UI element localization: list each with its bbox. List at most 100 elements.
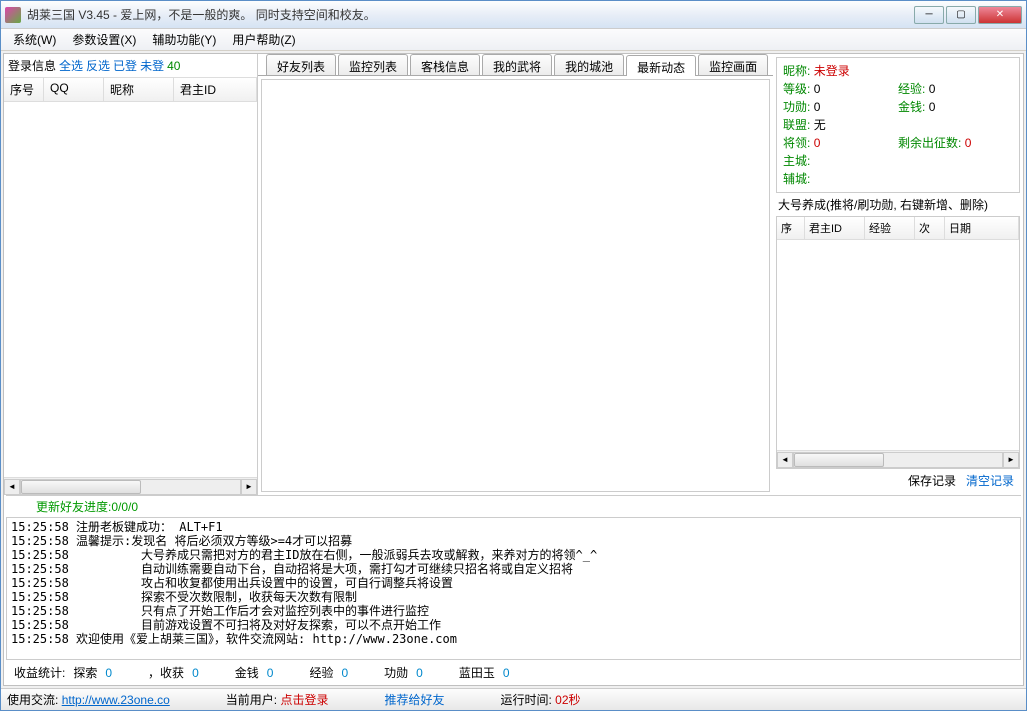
left-table-body[interactable] <box>4 102 257 477</box>
clear-record-link[interactable]: 清空记录 <box>966 472 1014 489</box>
click-login-link[interactable]: 点击登录 <box>280 693 328 707</box>
right-table: 序 君主ID 经验 次 日期 ◄ ► <box>776 216 1020 469</box>
alliance-value: 无 <box>814 118 826 132</box>
log-line: 15:25:58 注册老板键成功： ALT+F1 <box>11 520 1016 534</box>
level-value: 0 <box>814 82 821 96</box>
rscroll-left-arrow[interactable]: ◄ <box>777 452 793 468</box>
log-panel: 更新好友进度:0/0/0 15:25:58 注册老板键成功： ALT+F115:… <box>6 495 1021 685</box>
not-logged-link[interactable]: 未登 <box>140 57 164 74</box>
jade-val: 0 <box>503 666 510 680</box>
menu-help[interactable]: 用户帮助(Z) <box>224 29 303 50</box>
left-table-header: 序号 QQ 昵称 君主ID <box>4 78 257 102</box>
money-label: 金钱: <box>898 100 925 114</box>
tab-monitor[interactable]: 监控列表 <box>338 54 408 75</box>
window-title: 胡莱三国 V3.45 - 爱上网，不是一般的爽。 同时支持空间和校友。 <box>27 6 914 23</box>
money-value: 0 <box>929 100 936 114</box>
maximize-button[interactable]: ▢ <box>946 6 976 24</box>
save-record-link[interactable]: 保存记录 <box>908 472 956 489</box>
tab-inn[interactable]: 客栈信息 <box>410 54 480 75</box>
runtime-label: 运行时间: <box>500 693 551 707</box>
titlebar[interactable]: 胡莱三国 V3.45 - 爱上网，不是一般的爽。 同时支持空间和校友。 ─ ▢ … <box>1 1 1026 29</box>
log-header: 更新好友进度:0/0/0 <box>6 496 1021 517</box>
left-panel: 登录信息 全选 反选 已登 未登 40 序号 QQ 昵称 君主ID ◄ <box>4 54 258 495</box>
gen-value: 0 <box>814 136 821 150</box>
app-window: 胡莱三国 V3.45 - 爱上网，不是一般的爽。 同时支持空间和校友。 ─ ▢ … <box>0 0 1027 711</box>
menu-aux[interactable]: 辅助功能(Y) <box>144 29 224 50</box>
alliance-label: 联盟: <box>783 118 810 132</box>
sub-city-label: 辅城: <box>783 172 810 186</box>
rcol-date[interactable]: 日期 <box>945 217 1019 239</box>
merit-value: 0 <box>814 100 821 114</box>
tab-latest[interactable]: 最新动态 <box>626 55 696 76</box>
log-line: 15:25:58 只有点了开始工作后才会对监控列表中的事件进行监控 <box>11 604 1016 618</box>
tab-friends[interactable]: 好友列表 <box>266 54 336 75</box>
left-hscroll[interactable]: ◄ ► <box>4 477 257 495</box>
col-qq[interactable]: QQ <box>44 78 104 101</box>
contact-label: 使用交流: <box>7 693 58 707</box>
log-line: 15:25:58 欢迎使用《爱上胡莱三国》，软件交流网站: http://www… <box>11 632 1016 646</box>
tab-cities[interactable]: 我的城池 <box>554 54 624 75</box>
merit-val2: 0 <box>416 666 423 680</box>
money-val2: 0 <box>267 666 274 680</box>
login-count: 40 <box>167 59 180 73</box>
right-table-body[interactable] <box>777 240 1019 450</box>
close-button[interactable]: ✕ <box>978 6 1022 24</box>
merit-label2: 功勋 <box>384 664 408 681</box>
gen-label: 将领: <box>783 136 810 150</box>
log-line: 15:25:58 目前游戏设置不可扫将及对好友探索，可以不点开始工作 <box>11 618 1016 632</box>
explore-val: 0 <box>105 666 112 680</box>
runtime-value: 02秒 <box>555 693 580 707</box>
menu-system[interactable]: 系统(W) <box>5 29 64 50</box>
log-line: 15:25:58 自动训练需要自动下台，自动招将是大项，需打勾才可继续只招名将或… <box>11 562 1016 576</box>
log-body[interactable]: 15:25:58 注册老板键成功： ALT+F115:25:58 温馨提示:发现… <box>6 517 1021 660</box>
menu-params[interactable]: 参数设置(X) <box>64 29 144 50</box>
contact-url[interactable]: http://www.23one.co <box>62 693 170 707</box>
nick-label: 昵称: <box>783 64 810 78</box>
log-line: 15:25:58 大号养成只需把对方的君主ID放在右侧，一般派弱兵去攻或解救，来… <box>11 548 1016 562</box>
rscroll-thumb[interactable] <box>794 453 884 467</box>
content-area: 登录信息 全选 反选 已登 未登 40 序号 QQ 昵称 君主ID ◄ <box>3 53 1024 686</box>
rcol-times[interactable]: 次 <box>915 217 945 239</box>
stats-label: 收益统计: <box>14 664 65 681</box>
harvest-label: ，收获 <box>148 664 184 681</box>
left-header: 登录信息 全选 反选 已登 未登 40 <box>4 54 257 78</box>
merit-label: 功勋: <box>783 100 810 114</box>
rscroll-right-arrow[interactable]: ► <box>1003 452 1019 468</box>
invert-select-link[interactable]: 反选 <box>86 57 110 74</box>
login-info-label: 登录信息 <box>8 57 56 74</box>
stat-bar: 收益统计: 探索0 ，收获0 金钱0 经验0 功勋0 蓝田玉0 <box>6 660 1021 685</box>
exp-value: 0 <box>929 82 936 96</box>
current-user-label: 当前用户: <box>226 693 277 707</box>
expedition-label: 剩余出征数: <box>898 136 961 150</box>
tab-bar: 好友列表 监控列表 客栈信息 我的武将 我的城池 最新动态 监控画面 <box>258 54 773 76</box>
stats-box: 昵称: 未登录 等级: 0 经验: 0 功勋: 0 金钱: 0 联盟: 无 将领… <box>776 57 1020 193</box>
nick-value: 未登录 <box>814 64 850 78</box>
tab-content <box>261 79 770 492</box>
col-nick[interactable]: 昵称 <box>104 78 174 101</box>
rcol-lord[interactable]: 君主ID <box>805 217 865 239</box>
log-line: 15:25:58 温馨提示:发现名 将后必须双方等级>=4才可以招募 <box>11 534 1016 548</box>
select-all-link[interactable]: 全选 <box>59 57 83 74</box>
right-sub-title: 大号养成(推将/刷功勋, 右键新增、删除) <box>776 193 1020 216</box>
col-seq[interactable]: 序号 <box>4 78 44 101</box>
minimize-button[interactable]: ─ <box>914 6 944 24</box>
tab-screen[interactable]: 监控画面 <box>698 54 768 75</box>
log-line: 15:25:58 攻占和收复都使用出兵设置中的设置，可自行调整兵将设置 <box>11 576 1016 590</box>
scroll-right-arrow[interactable]: ► <box>241 479 257 495</box>
right-hscroll[interactable]: ◄ ► <box>777 450 1019 468</box>
scroll-thumb[interactable] <box>21 480 141 494</box>
recommend-link[interactable]: 推荐给好友 <box>384 691 444 708</box>
logged-link[interactable]: 已登 <box>113 57 137 74</box>
explore-label: 探索 <box>73 664 97 681</box>
rcol-seq[interactable]: 序 <box>777 217 805 239</box>
exp-label: 经验: <box>898 82 925 96</box>
tab-generals[interactable]: 我的武将 <box>482 54 552 75</box>
log-line: 15:25:58 探索不受次数限制，收获每天次数有限制 <box>11 590 1016 604</box>
app-icon <box>5 7 21 23</box>
menubar: 系统(W) 参数设置(X) 辅助功能(Y) 用户帮助(Z) <box>1 29 1026 51</box>
scroll-left-arrow[interactable]: ◄ <box>4 479 20 495</box>
harvest-val: 0 <box>192 666 199 680</box>
rcol-exp[interactable]: 经验 <box>865 217 915 239</box>
right-panel: 昵称: 未登录 等级: 0 经验: 0 功勋: 0 金钱: 0 联盟: 无 将领… <box>773 54 1023 495</box>
col-lord[interactable]: 君主ID <box>174 78 257 101</box>
